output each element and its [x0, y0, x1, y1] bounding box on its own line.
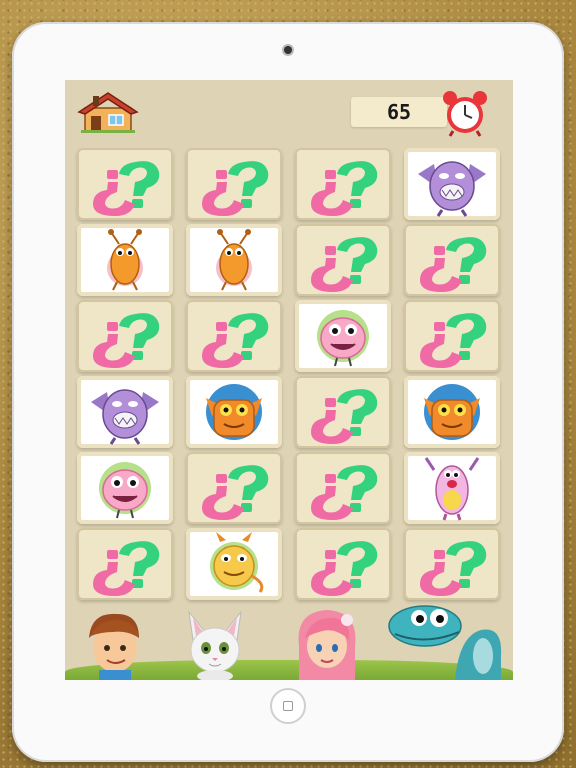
orange-goblin-monster-icon: [206, 384, 262, 440]
question-mark-icon: [202, 313, 269, 368]
memory-card-hidden[interactable]: [77, 528, 173, 600]
memory-card-hidden[interactable]: [404, 528, 500, 600]
purple-bat-monster-icon: [418, 161, 486, 217]
house-icon[interactable]: [77, 90, 139, 134]
orange-bug-monster-icon: [216, 229, 252, 291]
memory-card-yellow-horned-monster[interactable]: [186, 528, 282, 600]
memory-card-hidden[interactable]: [77, 300, 173, 372]
question-mark-icon: [93, 161, 160, 216]
memory-card-hidden[interactable]: [186, 148, 282, 220]
game-screen: 65: [65, 80, 513, 680]
memory-card-hidden[interactable]: [295, 452, 391, 524]
question-mark-icon: [420, 237, 487, 292]
memory-card-purple-bat-monster[interactable]: [77, 376, 173, 448]
question-mark-icon: [202, 465, 269, 520]
memory-card-pink-furry-monster[interactable]: [77, 452, 173, 524]
boy-character: [89, 613, 139, 680]
pink-furry-monster-icon: [99, 462, 151, 519]
memory-card-hidden[interactable]: [295, 376, 391, 448]
purple-bat-monster-icon: [91, 389, 159, 445]
cat-character: [188, 610, 242, 680]
yellow-horned-monster-icon: [210, 532, 264, 593]
question-mark-icon: [311, 389, 378, 444]
memory-card-orange-goblin-monster[interactable]: [404, 376, 500, 448]
question-mark-icon: [202, 161, 269, 216]
question-mark-icon: [93, 541, 160, 596]
question-mark-icon: [311, 541, 378, 596]
tablet-frame: 65: [12, 22, 564, 762]
question-mark-icon: [93, 313, 160, 368]
timer-value: 65: [386, 100, 412, 124]
question-mark-icon: [311, 161, 378, 216]
memory-card-hidden[interactable]: [404, 300, 500, 372]
orange-goblin-monster-icon: [424, 384, 480, 440]
pink-furry-monster-icon: [317, 310, 369, 367]
tablet-home-button[interactable]: [270, 688, 306, 724]
mermaid-character: [298, 610, 356, 680]
memory-card-orange-bug-monster[interactable]: [186, 224, 282, 296]
memory-card-purple-bat-monster[interactable]: [404, 148, 500, 220]
memory-card-hidden[interactable]: [186, 452, 282, 524]
question-mark-icon: [311, 237, 378, 292]
pink-tall-monster-icon: [424, 457, 480, 521]
memory-card-orange-bug-monster[interactable]: [77, 224, 173, 296]
memory-card-orange-goblin-monster[interactable]: [186, 376, 282, 448]
memory-card-hidden[interactable]: [77, 148, 173, 220]
question-mark-icon: [420, 313, 487, 368]
dinosaur-character: [388, 605, 502, 680]
question-mark-icon: [420, 541, 487, 596]
alarm-clock-icon: [443, 91, 487, 137]
orange-bug-monster-icon: [107, 229, 143, 291]
timer-display: 65: [351, 97, 447, 127]
memory-card-pink-furry-monster[interactable]: [295, 300, 391, 372]
memory-card-pink-tall-monster[interactable]: [404, 452, 500, 524]
memory-card-hidden[interactable]: [295, 528, 391, 600]
memory-card-hidden[interactable]: [295, 224, 391, 296]
question-mark-icon: [311, 465, 378, 520]
memory-card-hidden[interactable]: [186, 300, 282, 372]
memory-card-hidden[interactable]: [295, 148, 391, 220]
front-camera: [284, 46, 292, 54]
memory-board: [75, 148, 503, 608]
memory-card-hidden[interactable]: [404, 224, 500, 296]
